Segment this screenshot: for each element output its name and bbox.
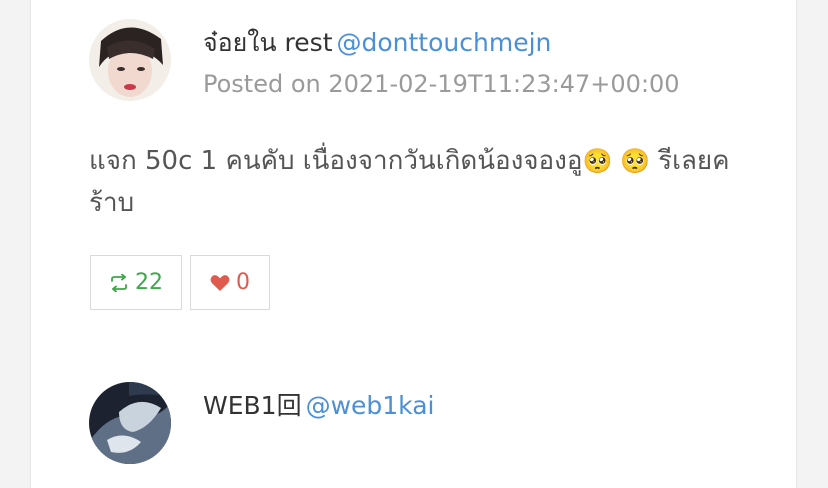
avatar[interactable] [89,19,171,101]
avatar[interactable] [89,382,171,464]
pleading-face-emoji: 🥺 🥺 [582,147,650,175]
user-handle-link[interactable]: @donttouchmejn [337,28,552,57]
heart-icon [210,274,230,292]
display-name[interactable]: WEB1回 [203,391,302,420]
post-text: แจก 50c 1 คนคับ เนื่องจากวันเกิดน้องจองอ… [89,146,583,176]
post-author: จ๋อยใน rest @donttouchmejn [203,23,551,63]
display-name[interactable]: จ๋อยใน rest [203,28,333,57]
post-timestamp: Posted on 2021-02-19T11:23:47+00:00 [203,70,680,98]
post-body: แจก 50c 1 คนคับ เนื่องจากวันเกิดน้องจองอ… [89,140,739,224]
feed-card: จ๋อยใน rest @donttouchmejn Posted on 2021… [30,0,797,488]
retweet-button[interactable]: 22 [90,255,182,310]
like-button[interactable]: 0 [190,255,270,310]
retweet-count: 22 [135,270,163,295]
like-count: 0 [236,270,250,295]
post-author: WEB1回 @web1kai [203,386,434,422]
retweet-icon [109,273,129,292]
user-handle-link[interactable]: @web1kai [306,391,435,420]
